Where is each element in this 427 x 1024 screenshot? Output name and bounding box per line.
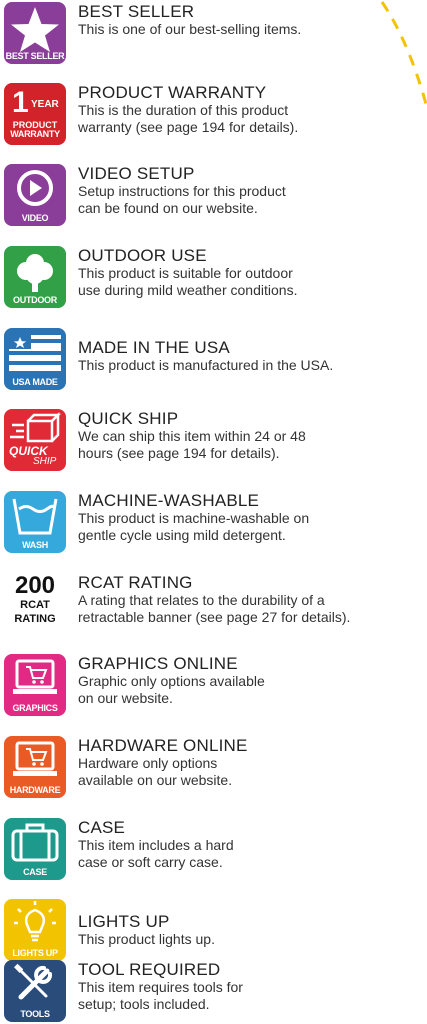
star-icon [11,7,59,52]
legend-item-rcat-rating: 200 RCAT RATING RCAT RATING A rating tha… [4,573,427,637]
rating-rcat-label: RCAT [20,599,50,611]
usa-made-icon: USA MADE [4,328,66,390]
legend-item-hardware-online: HARDWARE HARDWARE ONLINE Hardware only o… [4,736,427,800]
play-icon [17,170,53,206]
feature-description: Hardware only options available on our w… [78,755,233,788]
quick-ship-icon: QUICK SHIP [4,409,66,471]
wrench-screwdriver-icon [14,963,53,1000]
icon-caption: CASE [23,867,47,877]
feature-description: We can ship this item within 24 or 48 ho… [78,428,306,461]
feature-title: GRAPHICS ONLINE [78,654,238,673]
feature-title: BEST SELLER [78,2,195,21]
feature-description: Graphic only options available on our we… [78,673,265,706]
graphics-icon: GRAPHICS [4,654,66,716]
feature-description: This product is machine-washable on gent… [78,510,310,543]
legend-item-graphics-online: GRAPHICS GRAPHICS ONLINE Graphic only op… [4,654,427,718]
feature-title: TOOL REQUIRED [78,960,221,979]
legend-item-case: CASE CASE This item includes a hard case… [4,818,427,882]
feature-description: Setup instructions for this product can … [78,183,286,216]
feature-title: HARDWARE ONLINE [78,736,248,755]
outdoor-icon: OUTDOOR [4,246,66,308]
feature-description: This is one of our best-selling items. [78,21,302,37]
icon-caption: GRAPHICS [12,703,58,713]
icon-caption: WARRANTY [10,129,60,139]
legend-item-outdoor-use: OUTDOOR OUTDOOR USE This product is suit… [4,246,427,310]
legend-item-machine-washable: WASH MACHINE-WASHABLE This product is ma… [4,491,427,555]
feature-title: RCAT RATING [78,573,193,592]
feature-description: A rating that relates to the durability … [78,592,351,625]
feature-title: LIGHTS UP [78,912,170,931]
feature-title: QUICK SHIP [78,409,179,428]
warranty-year-number: 1 [12,86,29,119]
feature-description: This item requires tools for setup; tool… [78,979,243,1012]
cart-icon [13,659,57,694]
legend-item-lights-up: LIGHTS UP LIGHTS UP This product lights … [4,899,427,963]
warranty-year-label: YEAR [31,99,59,110]
bulb-icon [14,901,56,942]
feature-icon-legend: BEST SELLER BEST SELLER This is one of o… [0,0,427,1024]
legend-item-tool-required: TOOLS TOOL REQUIRED This item requires t… [4,960,427,1024]
icon-caption: USA MADE [12,377,58,387]
rating-number: 200 [14,573,56,599]
legend-item-video-setup: VIDEO VIDEO SETUP Setup instructions for… [4,164,427,228]
icon-caption: RATING [14,613,56,625]
feature-title: MADE IN THE USA [78,338,230,357]
lights-up-icon: LIGHTS UP [4,899,66,961]
wash-icon: WASH [4,491,66,553]
rating-icon: 200 RCAT RATING [4,573,66,635]
feature-description: This item includes a hard case or soft c… [78,837,234,870]
tree-icon [17,254,53,292]
icon-caption: LIGHTS UP [12,948,58,958]
cart-icon [13,741,57,776]
suitcase-icon [11,823,59,862]
feature-title: PRODUCT WARRANTY [78,83,267,102]
hardware-icon: HARDWARE [4,736,66,798]
shipping-box-icon [10,411,62,443]
icon-caption: VIDEO [21,213,49,223]
warranty-icon: 1 YEAR PRODUCT WARRANTY [4,83,66,145]
legend-item-quick-ship: QUICK SHIP QUICK SHIP We can ship this i… [4,409,427,473]
feature-description: This product is manufactured in the USA. [78,357,334,373]
icon-caption: TOOLS [20,1009,50,1019]
icon-caption: OUTDOOR [13,295,57,305]
icon-caption-secondary: SHIP [33,456,57,467]
feature-description: This product lights up. [78,931,215,947]
wash-tub-icon [12,498,58,535]
flag-icon [9,335,61,371]
feature-title: MACHINE-WASHABLE [78,491,260,510]
feature-title: VIDEO SETUP [78,164,195,183]
feature-description: This product is suitable for outdoor use… [78,265,298,298]
icon-caption: WASH [22,540,48,550]
video-icon: VIDEO [4,164,66,226]
legend-item-best-seller: BEST SELLER BEST SELLER This is one of o… [4,2,427,66]
legend-item-product-warranty: 1 YEAR PRODUCT WARRANTY PRODUCT WARRANTY… [4,83,427,147]
feature-title: OUTDOOR USE [78,246,207,265]
case-icon: CASE [4,818,66,880]
feature-title: CASE [78,818,126,837]
legend-item-made-in-usa: USA MADE MADE IN THE USA This product is… [4,328,427,392]
icon-caption: BEST SELLER [5,51,65,61]
best-seller-icon: BEST SELLER [4,2,66,64]
tools-icon: TOOLS [4,960,66,1022]
icon-caption: HARDWARE [9,785,61,795]
feature-description: This is the duration of this product war… [78,102,299,135]
